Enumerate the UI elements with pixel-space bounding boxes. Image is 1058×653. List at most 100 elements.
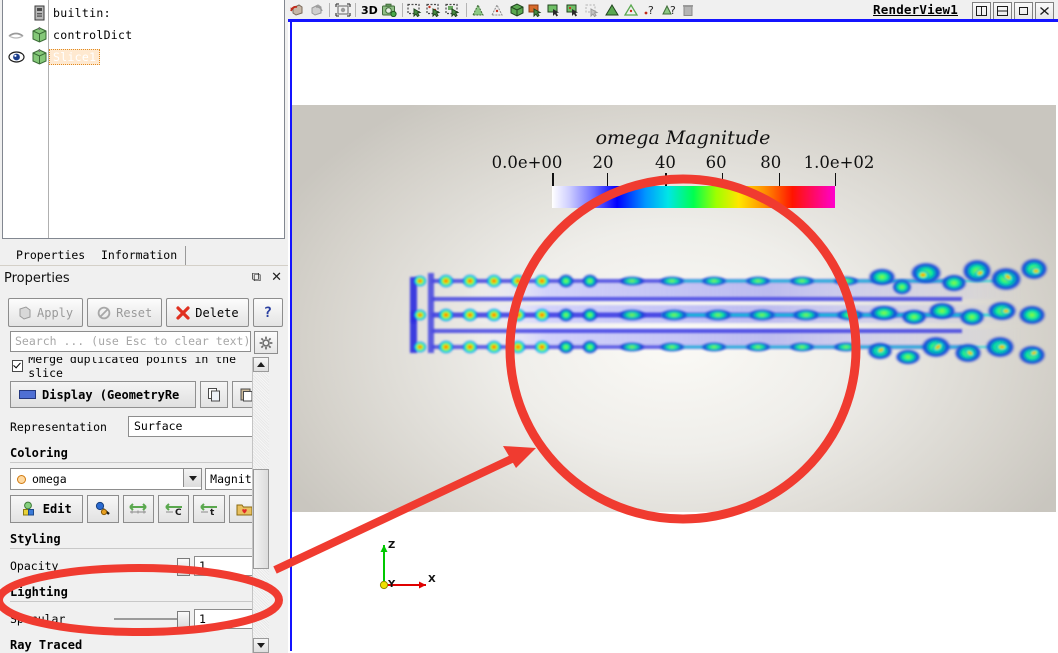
display-section-bar: Display (GeometryRe (8, 381, 260, 408)
svg-text:t: t (210, 508, 215, 517)
close-icon[interactable]: ✕ (271, 271, 282, 285)
delete-button[interactable]: Delete (166, 298, 248, 327)
scroll-down-icon[interactable] (253, 638, 269, 653)
split-vertical-icon[interactable] (993, 2, 1012, 20)
hover-points-icon[interactable] (565, 1, 584, 19)
gear-icon[interactable] (254, 331, 278, 354)
reset-camera-icon[interactable] (333, 1, 352, 19)
svg-text:?: ? (670, 4, 676, 17)
color-legend-tickmarks (488, 173, 878, 186)
help-icon: ? (264, 305, 272, 321)
pipeline-item-label: builtin: (49, 6, 111, 20)
clear-selection-icon[interactable] (584, 1, 603, 19)
eye-closed-icon[interactable] (3, 30, 29, 41)
camera-undo-icon[interactable] (288, 1, 307, 19)
reset-button[interactable]: Reset (87, 298, 162, 327)
delete-label: Delete (195, 306, 238, 320)
trash-icon[interactable] (679, 1, 698, 19)
toolbar-separator (402, 3, 403, 17)
lighting-heading: Lighting (8, 585, 260, 599)
apply-label: Apply (37, 306, 73, 320)
chevron-down-icon[interactable] (183, 469, 201, 487)
specular-slider-handle[interactable] (177, 611, 190, 629)
coloring-array-value: omega (32, 472, 67, 486)
tab-properties[interactable]: Properties (8, 246, 94, 265)
axes-orientation-widget[interactable]: X Y Z (370, 535, 440, 595)
hover-cells-icon[interactable] (546, 1, 565, 19)
display-dash-icon (19, 390, 36, 399)
merge-points-checkbox[interactable] (12, 360, 23, 372)
select-cells-icon[interactable] (406, 1, 425, 19)
point-data-icon (17, 475, 26, 484)
maximize-icon[interactable] (1014, 2, 1033, 20)
frustum-cells-icon[interactable] (470, 1, 489, 19)
edit-color-map-button[interactable]: Edit (10, 495, 83, 523)
view-mode-3d-button[interactable]: 3D (359, 4, 380, 17)
close-view-icon[interactable] (1035, 2, 1054, 20)
scrollbar-thumb[interactable] (253, 469, 269, 569)
merge-points-checkbox-row[interactable]: Merge duplicated points in the slice (8, 357, 260, 375)
z-axis-arrow (381, 545, 388, 552)
specular-label: Specular (10, 612, 110, 626)
y-axis-label: Y (387, 579, 396, 590)
specular-value[interactable]: 1 (194, 609, 260, 629)
properties-scrollbar[interactable] (252, 357, 269, 653)
frustum-points-icon[interactable] (489, 1, 508, 19)
rescale-to-custom-range-button[interactable]: C (158, 495, 189, 523)
select-cells-through-icon[interactable] (444, 1, 463, 19)
render-viewport[interactable]: omega Magnitude 0.0e+00 20 40 60 80 1.0e… (292, 105, 1056, 512)
render-view-dock: 3D (288, 0, 1058, 653)
reset-icon (97, 306, 111, 320)
split-horizontal-icon[interactable] (972, 2, 991, 20)
scroll-up-icon[interactable] (253, 357, 269, 372)
opacity-slider-handle[interactable] (177, 558, 190, 576)
search-input[interactable]: Search ... (use Esc to clear text) (10, 331, 251, 352)
color-map-editor-button[interactable] (87, 495, 118, 523)
x-axis-arrow (419, 582, 426, 589)
plot-over-time-icon[interactable] (603, 1, 622, 19)
tab-underline (0, 265, 288, 266)
select-blocks-icon[interactable] (508, 1, 527, 19)
tab-information[interactable]: Information (93, 246, 186, 265)
opacity-slider[interactable] (114, 557, 190, 575)
svg-text:C: C (175, 508, 182, 517)
pipeline-item-builtin[interactable]: builtin: (3, 2, 284, 24)
query-icon[interactable]: ? (660, 1, 679, 19)
legend-tick-5: 1.0e+02 (804, 153, 875, 172)
panel-title: Properties (4, 271, 70, 286)
rescale-to-data-range-button[interactable] (123, 495, 154, 523)
render-view-canvas[interactable]: omega Magnitude 0.0e+00 20 40 60 80 1.0e… (290, 22, 1056, 651)
pipeline-item-slice1[interactable]: Slice1 (3, 46, 284, 68)
representation-row: Representation Surface (8, 416, 260, 437)
color-legend-bar[interactable] (552, 186, 835, 208)
rescale-to-temporal-range-button[interactable]: t (193, 495, 224, 523)
vorticity-field[interactable] (402, 253, 1052, 373)
coloring-array-row: omega Magnitu (8, 468, 260, 490)
properties-scroll-area[interactable]: Merge duplicated points in the slice Dis… (8, 357, 280, 653)
lighting-rule (10, 601, 256, 602)
interactive-select-cells-icon[interactable] (527, 1, 546, 19)
camera-redo-icon[interactable] (307, 1, 326, 19)
color-legend[interactable]: omega Magnitude 0.0e+00 20 40 60 80 1.0e… (488, 127, 878, 208)
specular-slider[interactable] (114, 610, 190, 628)
display-section-label: Display (GeometryRe (42, 388, 179, 402)
coloring-array-combo[interactable]: omega (10, 468, 202, 490)
camera-icon[interactable] (380, 1, 399, 19)
pipeline-browser[interactable]: builtin: controlDic (2, 0, 285, 239)
eye-open-icon[interactable] (3, 51, 29, 63)
apply-button[interactable]: Apply (8, 298, 83, 327)
undock-icon[interactable]: ⧉ (252, 271, 261, 285)
pipeline-item-controldict[interactable]: controlDict (3, 24, 284, 46)
display-section-button[interactable]: Display (GeometryRe (10, 381, 196, 408)
representation-combo[interactable]: Surface (128, 416, 260, 437)
find-data-icon[interactable]: ? (641, 1, 660, 19)
copy-icon[interactable] (200, 381, 228, 408)
legend-tick-0: 0.0e+00 (492, 153, 563, 172)
help-button[interactable]: ? (253, 298, 283, 327)
styling-heading: Styling (8, 532, 260, 546)
extract-selection-icon[interactable] (622, 1, 641, 19)
toolbar-separator (466, 3, 467, 17)
opacity-value[interactable]: 1 (194, 556, 260, 576)
render-view-title[interactable]: RenderView1 (873, 2, 958, 17)
select-points-icon[interactable] (425, 1, 444, 19)
